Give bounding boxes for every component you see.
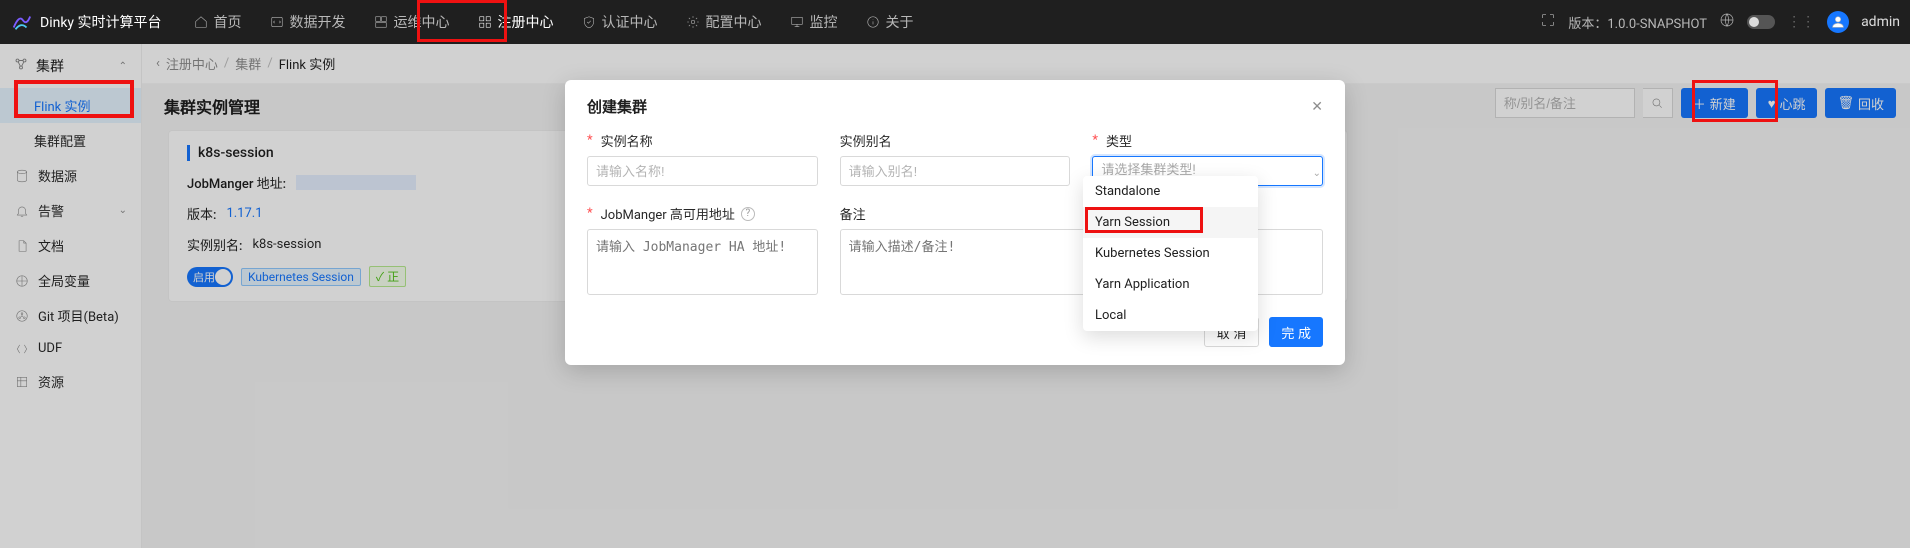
top-nav: Dinky 实时计算平台 首页 数据开发 运维中心 注册中心 认证中心 xyxy=(0,0,1910,44)
nav-config[interactable]: 配置中心 xyxy=(672,0,776,44)
fullscreen-icon[interactable] xyxy=(1540,12,1556,32)
question-icon[interactable]: ? xyxy=(741,207,755,221)
globe-icon[interactable] xyxy=(1719,12,1735,32)
field-name-label: 实例名称 xyxy=(587,131,818,150)
nav-registry-label: 注册中心 xyxy=(498,12,554,32)
nav-auth-label: 认证中心 xyxy=(602,12,658,32)
nav-config-label: 配置中心 xyxy=(706,12,762,32)
dd-yarn-app[interactable]: Yarn Application xyxy=(1083,269,1258,300)
chevron-down-icon: ⌄ xyxy=(1313,168,1321,179)
modal-title: 创建集群 xyxy=(587,96,1311,117)
shield-icon xyxy=(582,15,596,29)
topnav-right: 版本：1.0.0-SNAPSHOT ⋮⋮ admin xyxy=(1540,11,1900,33)
nav-home[interactable]: 首页 xyxy=(180,0,256,44)
alias-input[interactable] xyxy=(840,156,1071,186)
monitor-icon xyxy=(790,15,804,29)
brand: Dinky 实时计算平台 xyxy=(10,11,162,33)
logo-icon xyxy=(10,11,32,33)
brand-title: Dinky 实时计算平台 xyxy=(40,12,162,32)
field-alias-label: 实例别名 xyxy=(840,131,1071,150)
theme-switch[interactable] xyxy=(1747,15,1775,29)
gear-icon xyxy=(686,15,700,29)
close-icon[interactable]: ✕ xyxy=(1311,99,1323,115)
field-jmha: JobManger 高可用地址 ? xyxy=(587,204,818,299)
field-alias: 实例别名 xyxy=(840,131,1071,186)
dd-yarn-session[interactable]: Yarn Session xyxy=(1083,207,1258,238)
dd-standalone[interactable]: Standalone xyxy=(1083,176,1258,207)
nav-home-label: 首页 xyxy=(214,12,242,32)
username[interactable]: admin xyxy=(1861,14,1900,30)
nav-items: 首页 数据开发 运维中心 注册中心 认证中心 配置中心 监控 xyxy=(180,0,928,44)
nav-monitor-label: 监控 xyxy=(810,12,838,32)
name-input[interactable] xyxy=(587,156,818,186)
nav-about[interactable]: 关于 xyxy=(852,0,928,44)
grid-icon xyxy=(478,15,492,29)
dd-local[interactable]: Local xyxy=(1083,300,1258,331)
divider-icon: ⋮⋮ xyxy=(1787,14,1815,30)
code-icon xyxy=(270,15,284,29)
field-jmha-label: JobManger 高可用地址 ? xyxy=(587,204,818,223)
nav-dev-label: 数据开发 xyxy=(290,12,346,32)
ok-button[interactable]: 完 成 xyxy=(1269,317,1323,347)
dashboard-icon xyxy=(374,15,388,29)
nav-about-label: 关于 xyxy=(886,12,914,32)
home-icon xyxy=(194,15,208,29)
nav-auth[interactable]: 认证中心 xyxy=(568,0,672,44)
info-icon xyxy=(866,15,880,29)
field-name: 实例名称 xyxy=(587,131,818,186)
nav-ops[interactable]: 运维中心 xyxy=(360,0,464,44)
nav-registry[interactable]: 注册中心 xyxy=(464,0,568,44)
avatar[interactable] xyxy=(1827,11,1849,33)
nav-monitor[interactable]: 监控 xyxy=(776,0,852,44)
nav-ops-label: 运维中心 xyxy=(394,12,450,32)
dd-k8s-session[interactable]: Kubernetes Session xyxy=(1083,238,1258,269)
jmha-input[interactable] xyxy=(587,229,818,295)
nav-dev[interactable]: 数据开发 xyxy=(256,0,360,44)
version-label: 版本：1.0.0-SNAPSHOT xyxy=(1568,13,1707,32)
field-type-label: 类型 xyxy=(1092,131,1323,150)
type-dropdown: Standalone Yarn Session Kubernetes Sessi… xyxy=(1083,176,1258,331)
